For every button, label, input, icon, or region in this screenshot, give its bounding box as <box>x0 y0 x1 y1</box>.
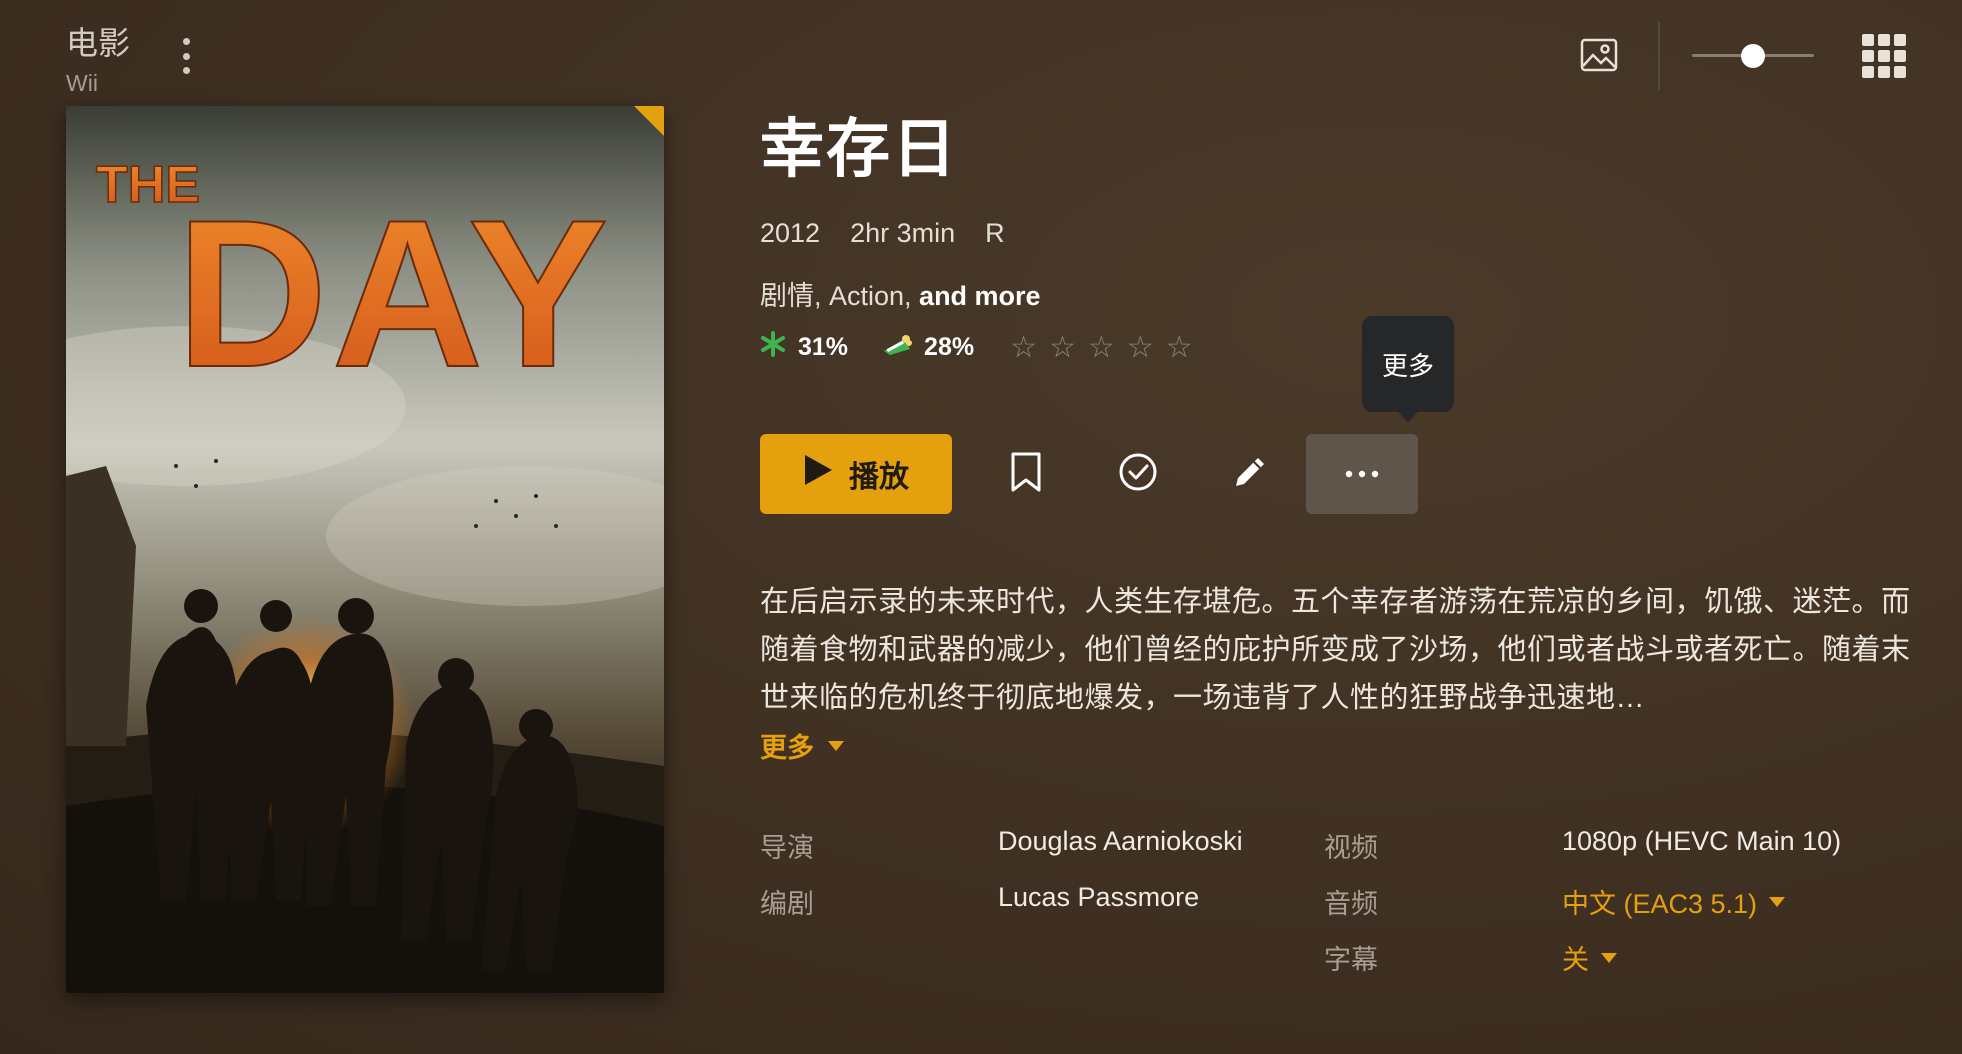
director-value[interactable]: Douglas Aarniokoski <box>998 826 1243 857</box>
poster-title-big: DAY <box>176 176 612 411</box>
audio-value: 中文 (EAC3 5.1) <box>1562 889 1758 919</box>
library-title: 电影 <box>66 25 131 61</box>
movie-summary: 在后启示录的未来时代，人类生存堪危。五个幸存者游荡在荒凉的乡间，饥饿、迷茫。而随… <box>760 586 1911 714</box>
image-icon[interactable] <box>1580 36 1618 74</box>
star-icon[interactable]: ☆ <box>1049 330 1076 365</box>
bookmark-icon <box>1010 452 1042 497</box>
poster-size-slider[interactable] <box>1692 40 1814 70</box>
movie-poster[interactable]: THE DAY <box>66 106 664 993</box>
library-header: 电影 Wii <box>66 18 130 97</box>
movie-duration: 2hr 3min <box>850 218 956 248</box>
chevron-down-icon <box>1769 896 1786 907</box>
subtitle-label: 字幕 <box>1324 945 1378 975</box>
grid-view-icon[interactable] <box>1862 34 1906 78</box>
summary-more-label: 更多 <box>760 733 814 763</box>
view-toolbar <box>1562 0 1962 110</box>
movie-title: 幸存日 <box>760 113 958 185</box>
writer-value[interactable]: Lucas Passmore <box>998 882 1199 913</box>
watchlist-button[interactable] <box>970 434 1082 514</box>
star-icon[interactable]: ☆ <box>1127 330 1154 365</box>
audience-score: 28% <box>924 333 975 361</box>
pencil-icon <box>1230 452 1270 497</box>
star-icon[interactable]: ☆ <box>1166 330 1193 365</box>
writer-label: 编剧 <box>760 889 814 919</box>
splat-icon <box>760 331 786 364</box>
chevron-down-icon <box>1601 952 1617 963</box>
user-rating-stars[interactable]: ☆ ☆ ☆ ☆ ☆ <box>1010 330 1193 365</box>
movie-meta: 2012 2hr 3min R <box>760 218 1005 249</box>
content-rating: R <box>985 218 1005 248</box>
more-tooltip: 更多 <box>1362 316 1454 422</box>
star-icon[interactable]: ☆ <box>1010 330 1037 365</box>
mark-watched-button[interactable] <box>1082 434 1194 514</box>
library-server: Wii <box>66 70 98 96</box>
ratings-row: 31% 28% ☆ ☆ ☆ ☆ ☆ <box>760 330 1193 365</box>
video-value: 1080p (HEVC Main 10) <box>1562 826 1842 856</box>
critic-score: 31% <box>798 333 849 361</box>
director-label: 导演 <box>760 833 814 863</box>
spilled-popcorn-icon <box>882 333 913 362</box>
critic-rating: 31% <box>760 331 848 364</box>
play-button[interactable]: 播放 <box>760 434 952 514</box>
action-bar: 播放 <box>760 434 1418 514</box>
audio-label: 音频 <box>1324 889 1378 919</box>
play-label: 播放 <box>849 461 909 494</box>
star-icon[interactable]: ☆ <box>1088 330 1115 365</box>
subtitle-value: 关 <box>1562 945 1589 975</box>
genres-list: 剧情, Action, <box>760 281 920 311</box>
edit-button[interactable] <box>1194 434 1306 514</box>
library-menu-icon[interactable] <box>176 38 196 74</box>
toolbar-divider <box>1658 22 1660 90</box>
audio-select[interactable]: 中文 (EAC3 5.1) <box>1562 882 1786 921</box>
movie-genres: 剧情, Action, and more <box>760 274 1041 313</box>
more-actions-button[interactable] <box>1306 434 1418 514</box>
chevron-down-icon <box>828 740 844 751</box>
video-label: 视频 <box>1324 833 1378 863</box>
summary-more-button[interactable]: 更多 <box>760 726 844 765</box>
slider-handle[interactable] <box>1741 44 1765 68</box>
ellipsis-icon <box>1345 465 1379 483</box>
audience-rating: 28% <box>882 333 974 362</box>
play-icon <box>803 454 833 494</box>
movie-year: 2012 <box>760 218 821 248</box>
subtitle-select[interactable]: 关 <box>1562 938 1617 977</box>
genres-more-link[interactable]: and more <box>919 281 1041 311</box>
check-circle-icon <box>1118 452 1158 497</box>
